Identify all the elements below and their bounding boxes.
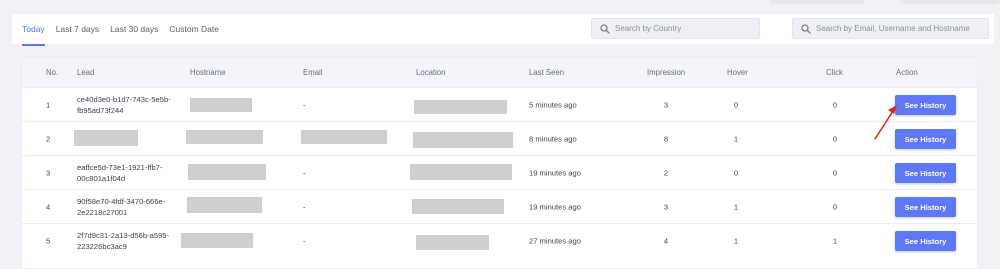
table-row: 3 eaffce5d-73e1-1921-ffb7- 00c801a1f04d …: [22, 155, 977, 189]
top-strip-shape: [900, 0, 1000, 4]
lead-id-line: 90f58e70-4fdf-3470-666e-: [77, 196, 166, 206]
col-hover: Hover: [727, 68, 748, 77]
table-row: 5 2f7d9c31-2a13-d56b-a595- 223226bc3ac9 …: [22, 223, 977, 257]
lead-id: 2f7d9c31-2a13-d56b-a595- 223226bc3ac9: [77, 230, 169, 252]
leads-table: No. Lead Hostname Email Location Last Se…: [21, 57, 978, 269]
table-header: No. Lead Hostname Email Location Last Se…: [22, 58, 977, 87]
table-row: 1 ce40d3e0-b1d7-743c-5e5b- fb95ad73f244 …: [22, 87, 977, 121]
redacted-hostname: [186, 130, 263, 144]
click-value: 1: [832, 236, 838, 245]
lead-id: eaffce5d-73e1-1921-ffb7- 00c801a1f04d: [77, 162, 162, 184]
col-impression: Impression: [647, 68, 686, 77]
row-number: 1: [46, 100, 51, 109]
col-hostname: Hostname: [190, 68, 226, 77]
impression-value: 2: [663, 168, 669, 177]
top-strip-shape: [770, 0, 865, 4]
see-history-button[interactable]: See History: [895, 197, 956, 217]
country-search: [591, 18, 760, 39]
redacted-hostname: [181, 233, 253, 248]
col-no: No.: [46, 68, 59, 77]
lead-id-line: 2f7d9c31-2a13-d56b-a595-: [77, 230, 170, 240]
click-value: 0: [832, 168, 838, 177]
col-last-seen: Last Seen: [529, 68, 565, 77]
redacted-location: [412, 199, 504, 214]
hover-value: 1: [733, 202, 739, 211]
last-seen-value: 19 minutes ago: [529, 202, 581, 211]
see-history-button[interactable]: See History: [895, 163, 956, 183]
last-seen-value: 8 minutes ago: [529, 134, 577, 143]
table-row: 2 8 minutes ago 8 1 0 See History: [22, 121, 977, 155]
hover-value: 0: [733, 100, 739, 109]
row-number: 3: [46, 168, 51, 177]
redacted-location: [416, 235, 489, 250]
tab-last-7-days[interactable]: Last 7 days: [56, 14, 99, 44]
table-row: 4 90f58e70-4fdf-3470-666e- 2e2218c27001 …: [22, 189, 977, 223]
search-icon: [600, 23, 610, 34]
col-email: Email: [303, 68, 323, 77]
click-value: 0: [832, 202, 838, 211]
lead-id-line: 223226bc3ac9: [77, 241, 127, 251]
lead-id-line: 00c801a1f04d: [77, 173, 126, 183]
search-icon: [801, 23, 811, 34]
redacted-location: [414, 100, 507, 114]
hover-value: 0: [733, 168, 739, 177]
redacted-hostname: [187, 197, 262, 213]
redacted-hostname: [188, 164, 266, 180]
impression-value: 8: [663, 134, 669, 143]
email-search: [792, 18, 989, 39]
filter-toolbar: Today Last 7 days Last 30 days Custom Da…: [12, 14, 994, 46]
redacted-lead: [74, 130, 138, 146]
last-seen-value: 19 minutes ago: [529, 168, 581, 177]
see-history-button[interactable]: See History: [895, 129, 956, 149]
lead-id: ce40d3e0-b1d7-743c-5e5b- fb95ad73f244: [77, 94, 171, 116]
col-click: Click: [826, 68, 843, 77]
see-history-button[interactable]: See History: [895, 95, 956, 115]
last-seen-value: 27 minutes ago: [529, 236, 581, 245]
impression-value: 3: [663, 100, 669, 109]
impression-value: 3: [663, 202, 669, 211]
see-history-button[interactable]: See History: [895, 231, 956, 251]
lead-id-line: fb95ad73f244: [77, 105, 124, 115]
row-number: 5: [46, 236, 51, 245]
redacted-email: [301, 130, 387, 144]
email-value: -: [303, 202, 306, 211]
email-value: -: [303, 168, 306, 177]
tab-today[interactable]: Today: [22, 14, 45, 46]
row-number: 2: [46, 134, 51, 143]
redacted-location: [413, 132, 513, 148]
row-number: 4: [46, 202, 51, 211]
hover-value: 1: [733, 134, 739, 143]
col-action: Action: [896, 68, 918, 77]
hover-value: 1: [733, 236, 739, 245]
impression-value: 4: [663, 236, 669, 245]
email-search-input[interactable]: [816, 24, 988, 33]
top-strip: [0, 0, 1000, 14]
redacted-hostname: [190, 98, 252, 112]
redacted-location: [410, 164, 512, 180]
email-value: -: [303, 100, 306, 109]
tab-custom-date[interactable]: Custom Date: [169, 14, 219, 44]
date-tabs: Today Last 7 days Last 30 days Custom Da…: [22, 14, 230, 46]
click-value: 0: [832, 100, 838, 109]
email-value: -: [303, 236, 306, 245]
last-seen-value: 5 minutes ago: [529, 100, 577, 109]
col-location: Location: [416, 68, 446, 77]
lead-id: 90f58e70-4fdf-3470-666e- 2e2218c27001: [77, 196, 165, 218]
col-lead: Lead: [77, 68, 95, 77]
lead-id-line: 2e2218c27001: [77, 207, 128, 217]
tab-last-30-days[interactable]: Last 30 days: [110, 14, 158, 44]
lead-id-line: eaffce5d-73e1-1921-ffb7-: [77, 162, 163, 172]
lead-id-line: ce40d3e0-b1d7-743c-5e5b-: [77, 94, 171, 104]
country-search-input[interactable]: [615, 24, 759, 33]
click-value: 0: [832, 134, 838, 143]
